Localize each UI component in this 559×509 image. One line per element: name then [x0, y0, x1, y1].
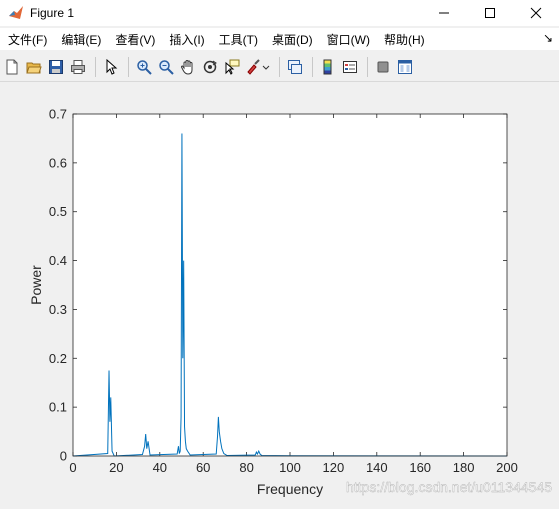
print-icon: [71, 59, 85, 74]
power-spectrum-chart: 0 20 40 60 80 100 120 140 160 180 200 0 0.1 0.2 0.3 0.4…: [28, 107, 552, 498]
show-plot-tools-button[interactable]: [395, 57, 415, 77]
brush-icon: [247, 58, 270, 75]
menu-tools[interactable]: 工具(T): [211, 31, 264, 48]
new-figure-icon: [6, 59, 18, 74]
minimize-icon: [439, 12, 449, 14]
zoom-in-icon: [137, 59, 152, 75]
toolbar-separator: [279, 56, 280, 77]
close-button[interactable]: [513, 0, 559, 26]
minimize-button[interactable]: [421, 0, 467, 26]
watermark-text: https://blog.csdn.net/u011344545: [346, 479, 552, 495]
maximize-button[interactable]: [467, 0, 513, 26]
edit-plot-button[interactable]: [101, 57, 121, 77]
save-icon: [49, 59, 63, 74]
x-tick-label: 120: [323, 460, 345, 475]
x-tick-label: 100: [279, 460, 301, 475]
y-tick-label: 0.7: [49, 107, 67, 122]
menu-help[interactable]: 帮助(H): [376, 31, 431, 48]
legend-icon: [343, 60, 357, 73]
brush-button[interactable]: [244, 57, 272, 77]
x-tick-label: 140: [366, 460, 388, 475]
pan-button[interactable]: [178, 57, 198, 77]
open-file-icon: [26, 62, 42, 73]
new-figure-button[interactable]: [2, 57, 22, 77]
menu-window[interactable]: 窗口(W): [319, 31, 376, 48]
menu-insert[interactable]: 插入(I): [161, 31, 210, 48]
data-cursor-icon: [225, 59, 240, 75]
zoom-in-button[interactable]: [134, 57, 154, 77]
y-tick-label: 0.2: [49, 351, 67, 366]
toolbar-separator: [367, 56, 368, 77]
link-plot-button[interactable]: [285, 57, 305, 77]
link-plot-icon: [288, 59, 302, 74]
hide-plot-tools-button[interactable]: [373, 57, 393, 77]
title-bar: Figure 1: [0, 0, 559, 26]
zoom-out-button[interactable]: [156, 57, 176, 77]
zoom-out-icon: [159, 59, 174, 75]
menu-bar: 文件(F) 编辑(E) 查看(V) 插入(I) 工具(T) 桌面(D) 窗口(W…: [0, 28, 559, 50]
x-tick-label: 80: [239, 460, 253, 475]
menu-file[interactable]: 文件(F): [0, 31, 53, 48]
colorbar-icon: [323, 59, 332, 74]
data-cursor-button[interactable]: [222, 57, 242, 77]
y-axis-label: Power: [28, 265, 44, 305]
figure-canvas: 0 20 40 60 80 100 120 140 160 180 200 0 0.1 0.2 0.3 0.4…: [0, 84, 559, 504]
toolbar-separator: [128, 56, 129, 77]
edit-plot-arrow-icon: [106, 58, 118, 75]
print-button[interactable]: [68, 57, 88, 77]
plot-area: [73, 114, 507, 456]
toolbar-separator: [312, 56, 313, 77]
hide-plot-tools-icon: [377, 61, 389, 72]
toolbar-separator: [95, 56, 96, 77]
colorbar-button[interactable]: [318, 57, 338, 77]
x-tick-label: 0: [69, 460, 76, 475]
y-tick-label: 0.4: [49, 253, 67, 268]
y-tick-label: 0.5: [49, 204, 67, 219]
y-tick-label: 0: [60, 449, 67, 464]
y-tick-label: 0.1: [49, 400, 67, 415]
rotate-3d-button[interactable]: [200, 57, 220, 77]
save-button[interactable]: [46, 57, 66, 77]
show-plot-tools-icon: [398, 59, 412, 74]
menu-edit[interactable]: 编辑(E): [53, 31, 107, 48]
close-icon: [530, 7, 542, 19]
open-file-button[interactable]: [24, 57, 44, 77]
x-tick-label: 180: [453, 460, 475, 475]
rotate-3d-icon: [203, 60, 217, 73]
legend-button[interactable]: [340, 57, 360, 77]
menu-desktop[interactable]: 桌面(D): [264, 31, 319, 48]
menu-view[interactable]: 查看(V): [107, 31, 161, 48]
maximize-icon: [485, 8, 495, 18]
window-title: Figure 1: [30, 6, 75, 20]
figure-toolbar: [0, 52, 559, 82]
matlab-logo-icon: [9, 6, 23, 19]
y-tick-label: 0.3: [49, 302, 67, 317]
x-tick-label: 20: [109, 460, 123, 475]
x-axis-label: Frequency: [257, 481, 323, 497]
pan-hand-icon: [180, 59, 193, 75]
x-tick-label: 200: [496, 460, 518, 475]
x-tick-label: 40: [153, 460, 167, 475]
y-tick-label: 0.6: [49, 155, 67, 170]
window-controls: [421, 0, 559, 26]
x-tick-label: 60: [196, 460, 210, 475]
dock-arrow-icon[interactable]: ↘: [543, 31, 553, 45]
x-tick-label: 160: [409, 460, 431, 475]
